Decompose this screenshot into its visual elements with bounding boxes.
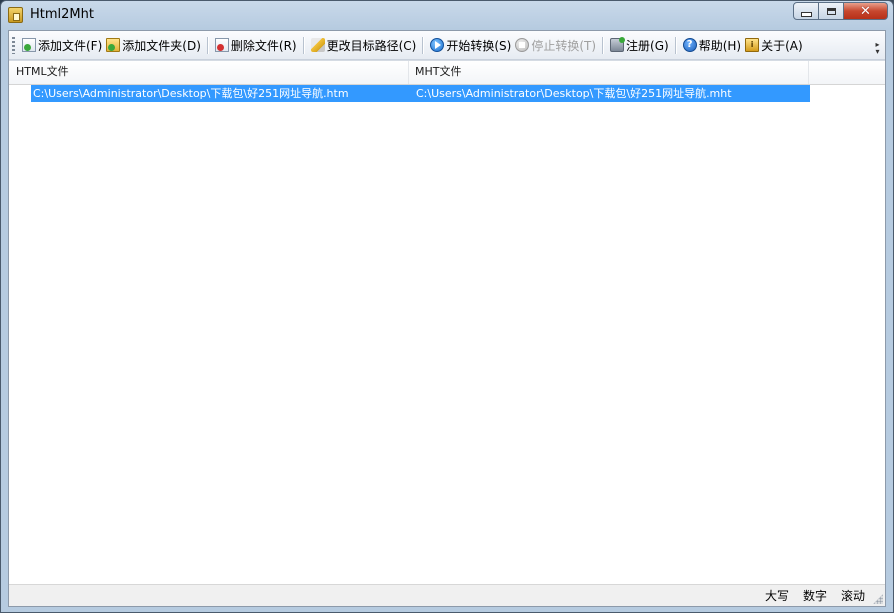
window-title: Html2Mht: [30, 7, 94, 22]
resize-grip[interactable]: [873, 594, 883, 604]
column-header-mht[interactable]: MHT文件: [409, 61, 809, 84]
column-header-html[interactable]: HTML文件: [9, 61, 409, 84]
register-icon: [610, 37, 626, 52]
toolbar-separator: [206, 36, 209, 54]
register-label: 注册(G): [626, 38, 669, 53]
about-icon: i: [745, 38, 760, 52]
close-button[interactable]: ✕: [844, 2, 888, 20]
toolbar-separator: [422, 36, 425, 54]
window-controls: ✕: [793, 2, 888, 20]
list-header: HTML文件 MHT文件: [9, 61, 885, 85]
column-header-filler: [809, 61, 885, 84]
stop-icon: [515, 38, 530, 52]
toolbar-separator: [602, 36, 605, 54]
list-item[interactable]: C:\Users\Administrator\Desktop\下载包\好251网…: [31, 85, 810, 102]
start-convert-button[interactable]: 开始转换(S): [428, 34, 513, 56]
add-folder-button[interactable]: 添加文件夹(D): [104, 34, 203, 56]
maximize-button[interactable]: [819, 2, 844, 20]
file-list[interactable]: HTML文件 MHT文件 C:\Users\Administrator\Desk…: [9, 60, 885, 586]
change-path-button[interactable]: 更改目标路径(C): [309, 34, 419, 56]
app-window: Html2Mht ✕ 添加文件(F) 添加文件夹(D) 删除文件(R) 更改目标…: [0, 0, 894, 613]
help-label: 帮助(H): [698, 38, 742, 53]
toolbar-overflow-icon[interactable]: ▸ ▾: [873, 41, 882, 56]
client-area: 添加文件(F) 添加文件夹(D) 删除文件(R) 更改目标路径(C) 开始转换(…: [8, 30, 886, 607]
add-folder-label: 添加文件夹(D): [122, 38, 201, 53]
toolbar-separator: [674, 36, 677, 54]
list-item-mht-path: C:\Users\Administrator\Desktop\下载包\好251网…: [416, 87, 732, 100]
toolbar-separator: [302, 36, 305, 54]
add-file-icon: [22, 38, 36, 52]
list-item-html-path: C:\Users\Administrator\Desktop\下载包\好251网…: [33, 87, 349, 100]
about-label: 关于(A): [761, 38, 803, 53]
add-file-button[interactable]: 添加文件(F): [20, 34, 104, 56]
change-path-icon: [310, 38, 325, 52]
minimize-button[interactable]: [793, 2, 819, 20]
app-icon[interactable]: [8, 7, 23, 23]
about-button[interactable]: i 关于(A): [743, 34, 805, 56]
status-scroll: 滚动: [840, 589, 865, 603]
start-convert-label: 开始转换(S): [446, 38, 512, 53]
status-num: 数字: [802, 589, 827, 603]
maximize-icon: [826, 7, 836, 15]
stop-convert-label: 停止转换(T): [531, 38, 597, 53]
delete-file-icon: [214, 38, 229, 52]
help-button[interactable]: ? 帮助(H): [681, 34, 743, 56]
register-button[interactable]: 注册(G): [608, 34, 671, 56]
delete-file-label: 删除文件(R): [230, 38, 297, 53]
toolbar: 添加文件(F) 添加文件夹(D) 删除文件(R) 更改目标路径(C) 开始转换(…: [9, 31, 885, 60]
add-folder-icon: [106, 38, 121, 52]
start-icon: [430, 38, 445, 52]
toolbar-grip[interactable]: [12, 36, 15, 54]
status-bar: 大写 数字 滚动: [9, 584, 885, 606]
change-path-label: 更改目标路径(C): [326, 38, 417, 53]
status-caps: 大写: [764, 589, 789, 603]
close-icon: ✕: [860, 3, 871, 19]
stop-convert-button[interactable]: 停止转换(T): [513, 34, 598, 56]
help-icon: ?: [682, 38, 697, 52]
delete-file-button[interactable]: 删除文件(R): [213, 34, 299, 56]
minimize-icon: [800, 11, 812, 17]
title-bar[interactable]: Html2Mht ✕: [1, 1, 893, 30]
add-file-label: 添加文件(F): [38, 38, 103, 53]
